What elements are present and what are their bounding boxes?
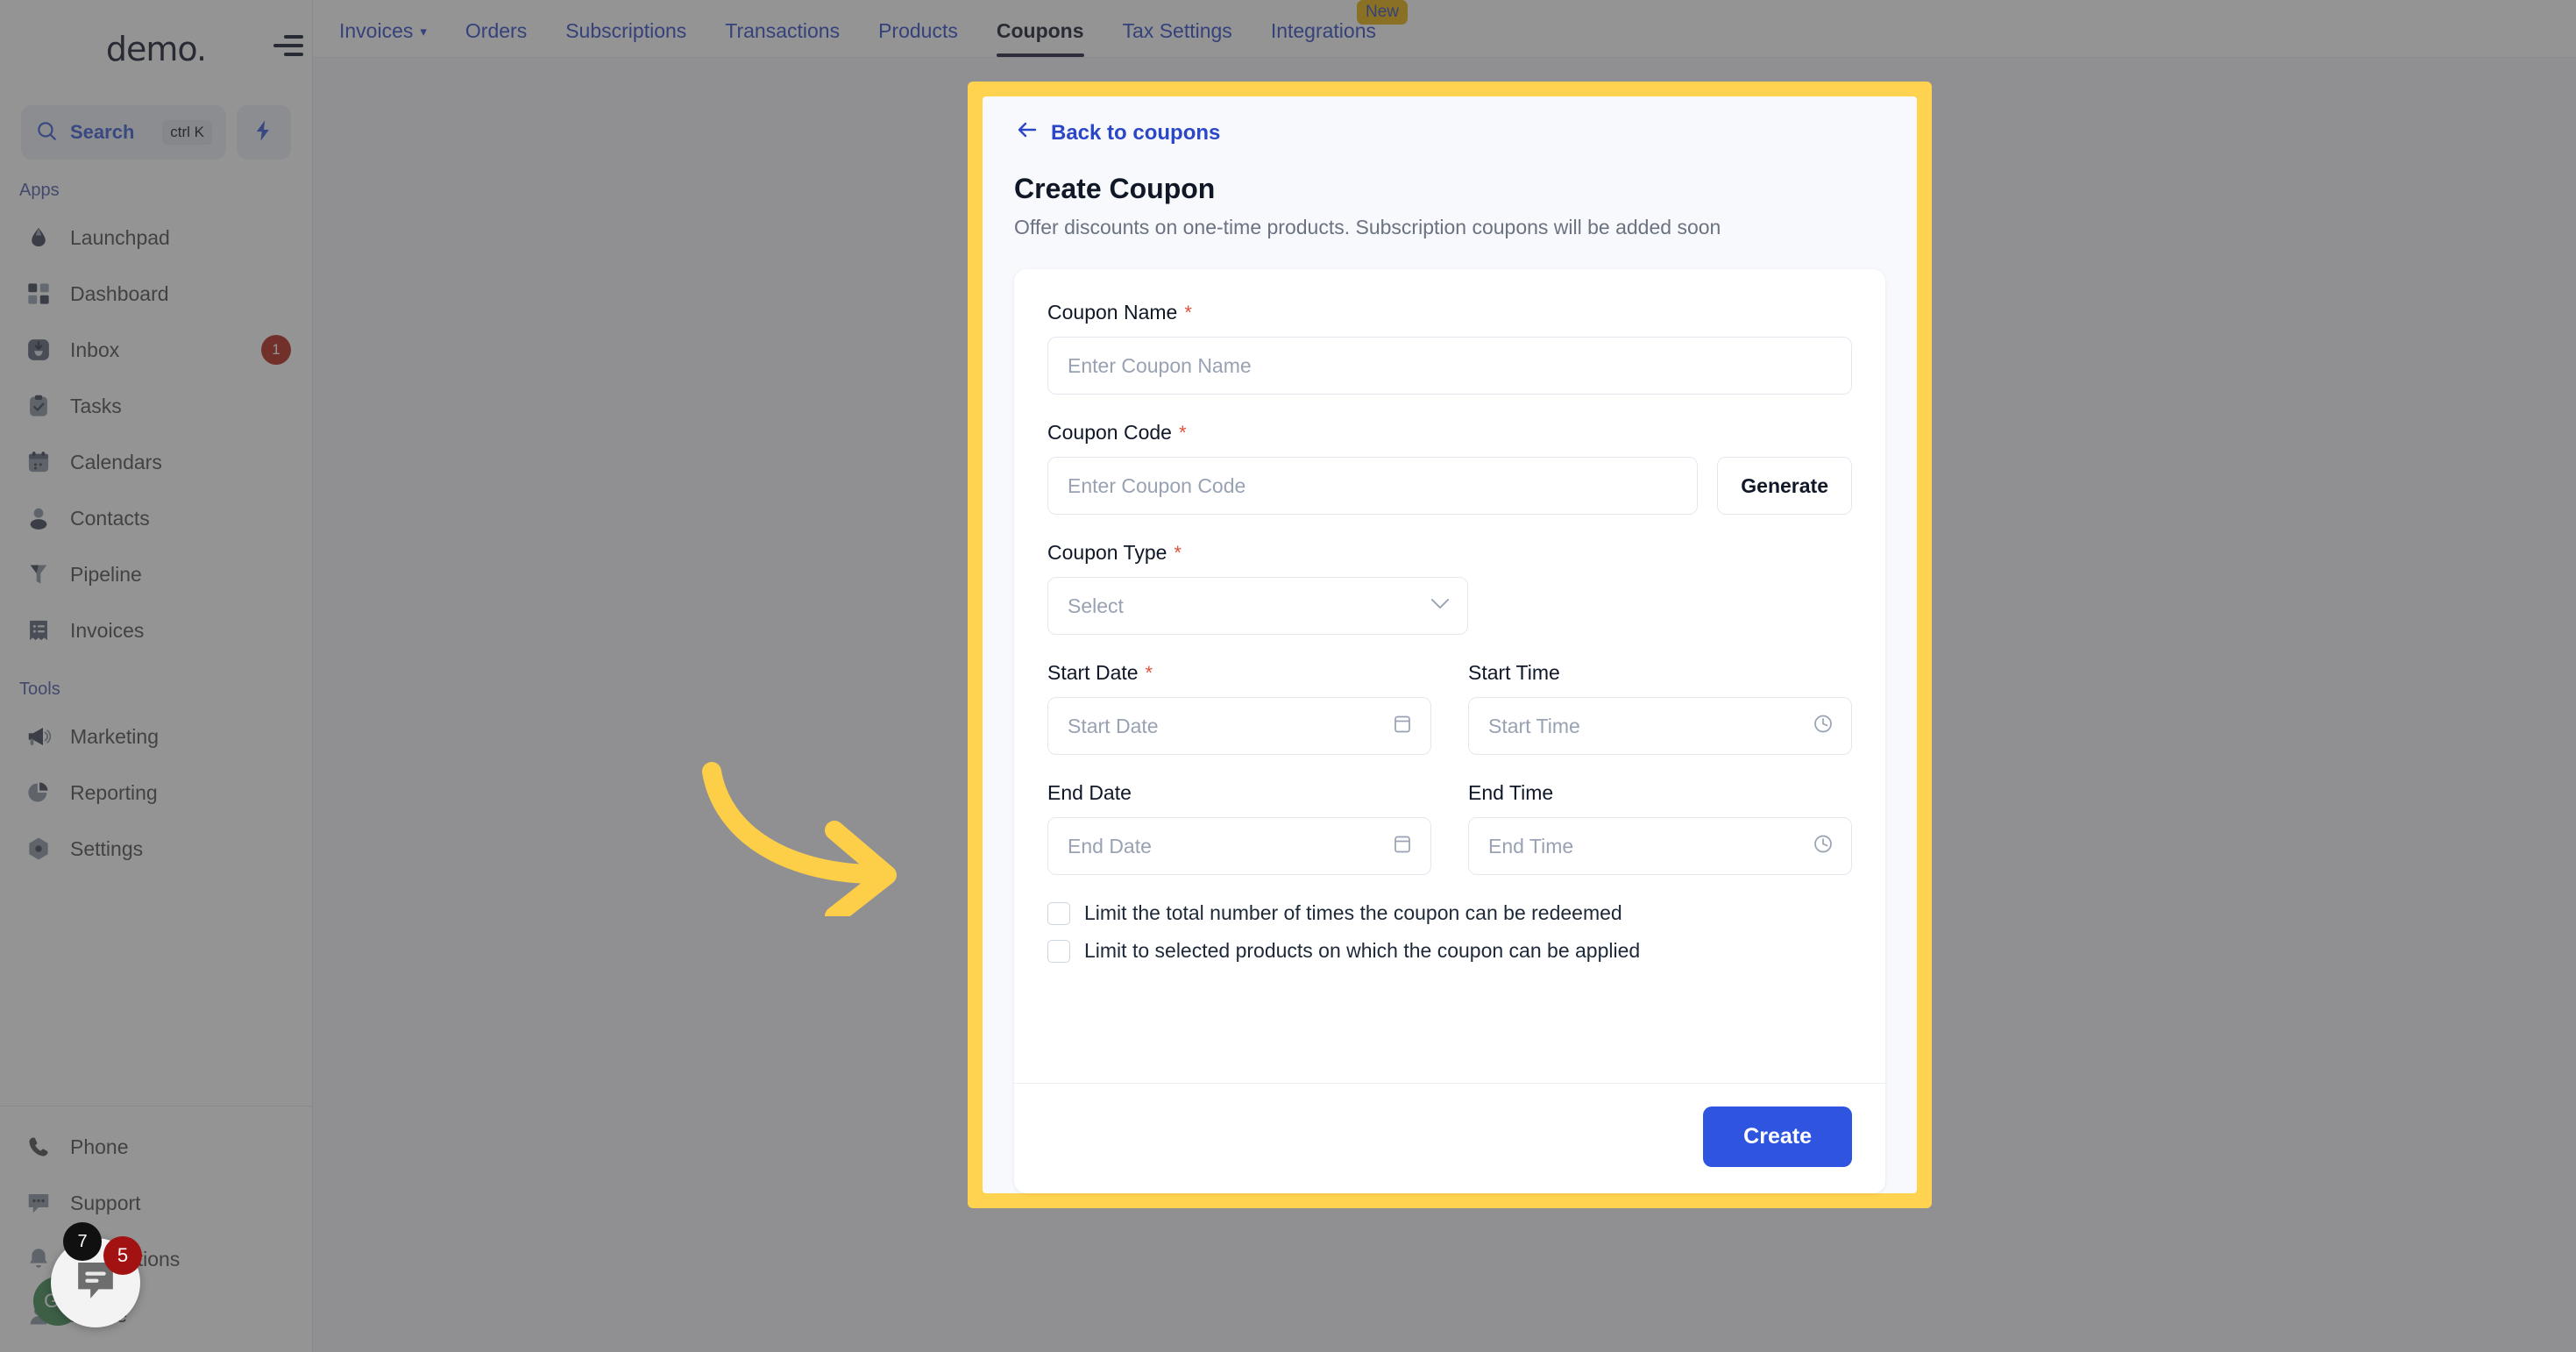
field-coupon-code: Coupon Code * Enter Coupon Code Generate	[1047, 421, 1852, 515]
start-date-input[interactable]: Start Date	[1047, 697, 1431, 755]
page-title: Create Coupon	[1014, 173, 1216, 204]
label-end-date: End Date	[1047, 781, 1431, 805]
screen-root: demo. Search ctrl K	[0, 0, 2576, 1352]
clock-icon[interactable]	[1813, 714, 1834, 739]
coupon-type-placeholder: Select	[1068, 594, 1124, 617]
calendar-icon[interactable]	[1392, 714, 1413, 739]
field-end-time: End Time End Time	[1468, 781, 1852, 875]
checkbox-row-redeem-limit[interactable]: Limit the total number of times the coup…	[1047, 901, 1852, 925]
end-date-placeholder: End Date	[1068, 834, 1152, 857]
label-start-date: Start Date *	[1047, 661, 1431, 685]
annotation-arrow	[692, 750, 920, 926]
coupon-type-select[interactable]: Select	[1047, 577, 1468, 635]
start-datetime-row: Start Date * Start Date Start Time Start…	[1047, 661, 1852, 781]
create-coupon-button[interactable]: Create	[1703, 1107, 1852, 1167]
required-marker: *	[1178, 421, 1187, 444]
chat-badge-red: 5	[103, 1236, 142, 1275]
coupon-form-footer: Create	[1014, 1083, 1885, 1193]
end-time-placeholder: End Time	[1488, 834, 1574, 857]
generate-code-button[interactable]: Generate	[1717, 457, 1852, 515]
label-coupon-code: Coupon Code *	[1047, 421, 1852, 445]
label-text: End Time	[1468, 781, 1554, 804]
label-coupon-type: Coupon Type *	[1047, 541, 1852, 565]
end-date-input[interactable]: End Date	[1047, 817, 1431, 875]
create-coupon-modal: Back to coupons Create Coupon Offer disc…	[983, 96, 1917, 1193]
back-link-label: Back to coupons	[1051, 120, 1221, 145]
label-text: Coupon Type	[1047, 541, 1167, 564]
redeem-limit-label: Limit the total number of times the coup…	[1084, 901, 1622, 924]
label-end-time: End Time	[1468, 781, 1852, 805]
start-time-placeholder: Start Time	[1488, 714, 1580, 737]
end-datetime-row: End Date End Date End Time End Time	[1047, 781, 1852, 901]
label-start-time: Start Time	[1468, 661, 1852, 685]
label-coupon-name: Coupon Name *	[1047, 301, 1852, 324]
coupon-form-card: Coupon Name * Enter Coupon Name Coupon C…	[1014, 269, 1885, 1193]
product-limit-label: Limit to selected products on which the …	[1084, 939, 1641, 962]
product-limit-checkbox[interactable]	[1047, 939, 1070, 963]
coupon-name-input[interactable]: Enter Coupon Name	[1047, 337, 1852, 395]
chevron-down-icon	[1430, 598, 1450, 615]
coupon-name-placeholder: Enter Coupon Name	[1068, 353, 1252, 377]
highlight-frame: Back to coupons Create Coupon Offer disc…	[968, 82, 1932, 1208]
required-marker: *	[1174, 541, 1182, 564]
label-text: End Date	[1047, 781, 1132, 804]
coupon-code-placeholder: Enter Coupon Code	[1068, 473, 1246, 497]
field-coupon-name: Coupon Name * Enter Coupon Name	[1047, 301, 1852, 395]
coupon-form-body: Coupon Name * Enter Coupon Name Coupon C…	[1014, 269, 1885, 1083]
arrow-left-icon	[1014, 119, 1040, 146]
start-date-placeholder: Start Date	[1068, 714, 1159, 737]
label-text: Start Time	[1468, 661, 1560, 684]
required-marker: *	[1184, 301, 1192, 324]
calendar-icon[interactable]	[1392, 834, 1413, 859]
label-text: Coupon Name	[1047, 301, 1178, 324]
field-start-time: Start Time Start Time	[1468, 661, 1852, 755]
clock-icon[interactable]	[1813, 834, 1834, 859]
chat-badge-dark: 7	[63, 1222, 102, 1261]
redeem-limit-checkbox[interactable]	[1047, 901, 1070, 925]
start-time-input[interactable]: Start Time	[1468, 697, 1852, 755]
back-to-coupons-link[interactable]: Back to coupons	[1014, 119, 1885, 146]
label-text: Coupon Code	[1047, 421, 1172, 444]
required-marker: *	[1145, 661, 1153, 684]
field-coupon-type: Coupon Type * Select	[1047, 541, 1852, 635]
checkbox-row-product-limit[interactable]: Limit to selected products on which the …	[1047, 939, 1852, 963]
label-text: Start Date	[1047, 661, 1139, 684]
end-time-input[interactable]: End Time	[1468, 817, 1852, 875]
field-start-date: Start Date * Start Date	[1047, 661, 1431, 755]
coupon-type-select-wrap: Select	[1047, 577, 1468, 635]
coupon-code-input[interactable]: Enter Coupon Code	[1047, 457, 1699, 515]
field-end-date: End Date End Date	[1047, 781, 1431, 875]
page-subtitle: Offer discounts on one-time products. Su…	[1014, 216, 1721, 238]
coupon-code-row: Enter Coupon Code Generate	[1047, 457, 1852, 515]
